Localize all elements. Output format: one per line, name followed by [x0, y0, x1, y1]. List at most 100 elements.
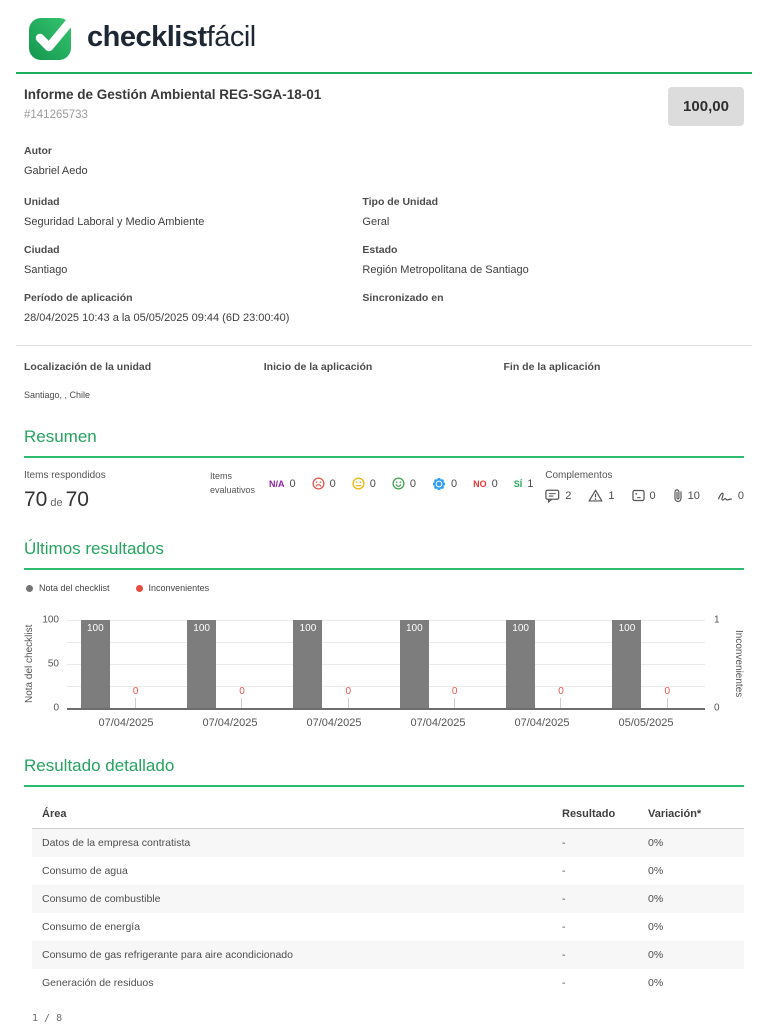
field-label: Período de aplicación	[24, 292, 133, 304]
complemento-count: 10	[687, 489, 700, 502]
table-row: Consumo de agua - 0%	[32, 857, 744, 885]
cell-resultado: -	[562, 977, 566, 989]
app-wordmark: checklistfácil	[87, 21, 256, 54]
complementos-items: 2 1 0 10 0	[545, 488, 744, 503]
items-evaluativos-label: Items evaluativos	[210, 470, 255, 497]
cell-variacion: 0%	[648, 977, 664, 989]
report-page: checklistfácil	[0, 0, 768, 70]
bar-group: 100 0	[173, 620, 279, 708]
y-axis-label-left: Nota del checklist	[24, 624, 35, 704]
bar-group: 100 0	[599, 620, 705, 708]
point-stem	[666, 698, 668, 708]
field-label: Inicio de la aplicación	[263, 361, 373, 373]
field-value: Región Metropolitana de Santiago	[362, 264, 529, 276]
field-periodo: Período de aplicación 28/04/2025 10:43 a…	[24, 292, 362, 324]
y-tick-right: 1	[714, 614, 720, 626]
items-respondidos-label: Items respondidos	[24, 470, 106, 481]
y-tick-right: 0	[714, 702, 720, 714]
resumen-rule	[24, 456, 744, 458]
si-label: SÍ	[513, 478, 523, 489]
items-respondidos: Items respondidos 70 de 70	[24, 470, 210, 512]
app-logo: checklistfácil	[24, 0, 744, 70]
report-number: #141265733	[24, 109, 88, 121]
x-axis-pad-right	[698, 717, 744, 729]
point-value-label: 0	[345, 686, 352, 697]
y-axis-ticks-right: 10	[705, 615, 733, 714]
table-header-row: Área Resultado Variación*	[32, 800, 744, 829]
field-label: Tipo de Unidad	[362, 196, 439, 208]
x-axis-pad-left	[24, 717, 74, 729]
neutral-face-icon: 0	[352, 477, 376, 490]
chart-plot-area: 100 0 100 0 100 0 100 0 100 0 100 0	[67, 620, 705, 710]
nota-bar: 100	[293, 620, 323, 708]
x-axis-tick-label: 07/04/2025	[410, 717, 466, 729]
point-stem	[454, 698, 456, 708]
comment-icon	[545, 489, 560, 503]
complemento-count: 0	[649, 489, 656, 502]
sad-face-icon	[312, 477, 325, 490]
ultimos-resultados-rule	[24, 568, 744, 570]
point-value-label: 0	[558, 686, 564, 697]
image-icon: 0	[631, 488, 656, 503]
column-header-variacion: Variación*	[648, 808, 702, 820]
field-label: Unidad	[24, 196, 60, 208]
complemento-count: 1	[608, 489, 615, 502]
inconvenientes-point: 0	[554, 686, 568, 708]
field-value: Geral	[362, 216, 390, 228]
header-rule	[16, 72, 752, 74]
field-fin-aplicacion: Fin de la aplicación	[504, 361, 744, 400]
resumen-summary: Items respondidos 70 de 70 Items evaluativ…	[24, 470, 744, 512]
report-header: Informe de Gestión Ambiental REG-SGA-18-…	[24, 87, 744, 126]
cell-area: Datos de la empresa contratista	[42, 837, 191, 849]
happy-face-icon	[392, 477, 405, 490]
field-label: Fin de la aplicación	[503, 361, 601, 373]
chart-legend: Nota del checklist Inconvenientes	[24, 583, 744, 593]
nota-bar: 100	[187, 620, 217, 708]
field-autor: Autor Gabriel Aedo	[24, 145, 744, 177]
field-value: Santiago, , Chile	[24, 390, 91, 400]
image-icon	[631, 489, 645, 502]
evaluativo-count: 1	[527, 477, 534, 490]
table-row: Datos de la empresa contratista - 0%	[32, 829, 744, 857]
point-stem	[347, 698, 349, 708]
no-label: NO 0	[473, 478, 498, 490]
point-value-label: 0	[132, 686, 139, 697]
no-label: NO	[473, 478, 487, 489]
bar-value-label: 100	[86, 623, 104, 634]
field-label: Autor	[24, 145, 52, 157]
cell-resultado: -	[562, 921, 566, 933]
legend-label: Nota del checklist	[39, 583, 110, 593]
cell-variacion: 0%	[648, 837, 664, 849]
location-row: Localización de la unidad Santiago, , Ch…	[24, 361, 744, 400]
ultimos-resultados-title: Últimos resultados	[24, 539, 164, 558]
answered-total: 70	[65, 488, 89, 511]
badge-icon	[432, 477, 446, 491]
bar-group: 100 0	[67, 620, 173, 708]
page-number: 1 / 8	[32, 1013, 63, 1024]
bar-group: 100 0	[386, 620, 492, 708]
evaluativo-count: 0	[289, 477, 296, 490]
table-row: Consumo de energía - 0%	[32, 913, 744, 941]
field-unidad: Unidad Seguridad Laboral y Medio Ambient…	[24, 196, 362, 228]
evaluativo-count: 0	[409, 477, 417, 490]
complementos-label: Complementos	[545, 470, 613, 481]
table-row: Consumo de gas refrigerante para aire ac…	[32, 941, 744, 969]
cell-variacion: 0%	[648, 893, 664, 905]
checklist-logo-icon	[29, 18, 74, 60]
field-value: Seguridad Laboral y Medio Ambiente	[24, 216, 205, 228]
field-value: 28/04/2025 10:43 a la 05/05/2025 09:44 (…	[24, 312, 290, 324]
cell-resultado: -	[562, 949, 566, 961]
field-label: Estado	[362, 244, 398, 256]
point-value-label: 0	[451, 686, 458, 697]
bar-groups: 100 0 100 0 100 0 100 0 100 0 100 0	[67, 620, 705, 708]
results-bar-chart: Nota del checklist 100 50 0 100 0 100 0 100 0 10…	[24, 615, 744, 714]
y-axis-label-right: Inconvenientes	[733, 630, 744, 698]
y-axis-ticks-left: 100 50 0	[35, 615, 67, 714]
table-row: Generación de residuos - 0%	[32, 969, 744, 997]
cell-resultado: -	[562, 837, 566, 849]
bar-value-label: 100	[405, 623, 423, 634]
bar-group: 100 0	[280, 620, 386, 708]
legend-item-nota: Nota del checklist	[26, 583, 110, 593]
cell-variacion: 0%	[648, 921, 664, 933]
field-value: Santiago	[24, 264, 68, 276]
